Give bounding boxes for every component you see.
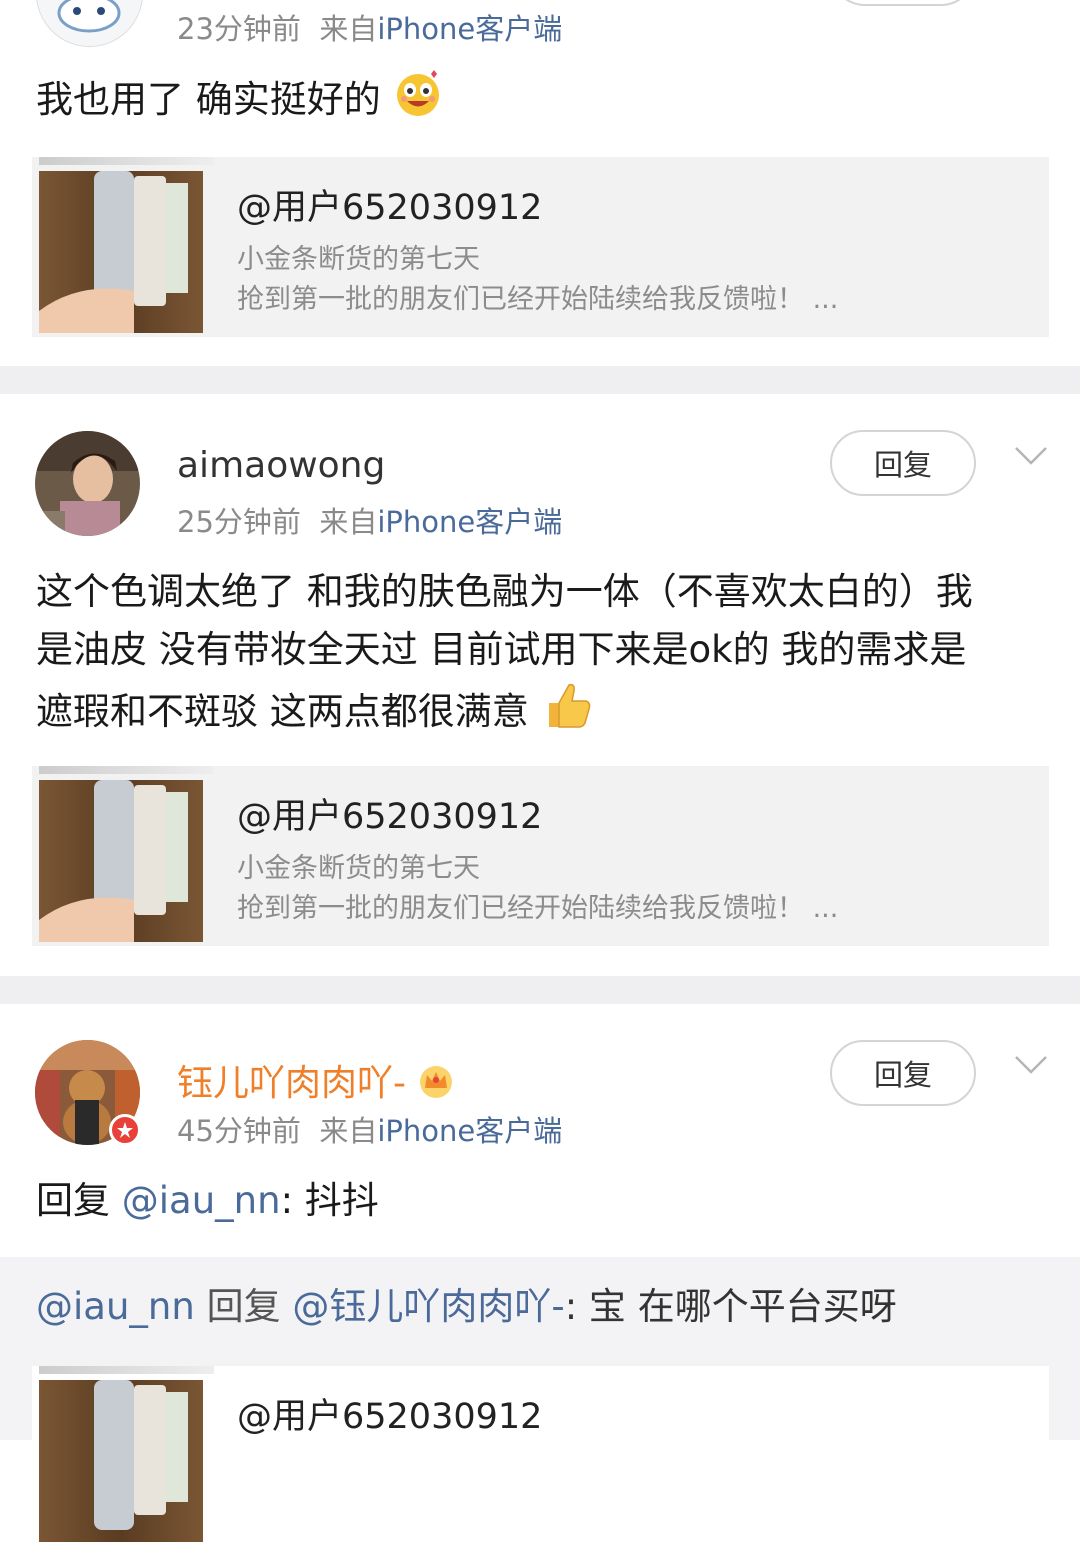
post-thumbnail[interactable]: [39, 1380, 203, 1542]
comment-text: 这个色调太绝了 和我的肤色融为一体（不喜欢太白的）我 是油皮 没有带妆全天过 目…: [36, 563, 1046, 748]
quoted-reply-text: @iau_nn 回复 @钰儿吖肉肉吖-: 宝 在哪个平台买呀: [36, 1285, 897, 1328]
card-summary-line: 抢到第一批的朋友们已经开始陆续给我反馈啦！ ...: [237, 284, 839, 315]
thumbnail-caption-strip: [39, 157, 214, 165]
thumbnail-caption-strip: [39, 1366, 214, 1374]
post-thumbnail[interactable]: [39, 780, 203, 942]
comment-text: 回复 @iau_nn: 抖抖: [36, 1179, 379, 1222]
section-divider: [0, 366, 1080, 394]
avatar[interactable]: [35, 431, 140, 536]
shared-post-card[interactable]: @用户652030912 小金条断货的第七天 抢到第一批的朋友们已经开始陆续给我…: [32, 157, 1049, 337]
card-title: @用户652030912: [237, 1397, 543, 1437]
post-thumbnail[interactable]: [39, 171, 203, 333]
chevron-down-icon[interactable]: [1014, 1055, 1048, 1075]
reply-button[interactable]: 回复: [830, 1040, 976, 1106]
verified-badge-icon: [109, 1114, 141, 1146]
reply-button[interactable]: 回复: [830, 430, 976, 496]
card-summary-line: 抢到第一批的朋友们已经开始陆续给我反馈啦！ ...: [237, 893, 839, 924]
laughing-face-icon: [393, 68, 443, 135]
card-title: @用户652030912: [237, 797, 543, 837]
mention-link[interactable]: @钰儿吖肉肉吖-: [292, 1285, 564, 1328]
shared-post-card[interactable]: @用户652030912 小金条断货的第七天 抢到第一批的朋友们已经开始陆续给我…: [32, 766, 1049, 946]
comment-meta: 45分钟前 来自iPhone客户端: [177, 1114, 563, 1148]
reply-button-partial[interactable]: [830, 0, 976, 6]
mention-link[interactable]: @iau_nn: [122, 1179, 281, 1222]
mention-link[interactable]: @iau_nn: [36, 1285, 195, 1328]
username[interactable]: aimaowong: [177, 445, 385, 486]
comment-text: 我也用了 确实挺好的: [36, 68, 443, 135]
username[interactable]: 钰儿吖肉肉吖-: [177, 1054, 455, 1109]
comment-meta: 23分钟前 来自iPhone客户端: [177, 12, 563, 46]
card-summary-line: 小金条断货的第七天: [237, 244, 480, 275]
client-source-link[interactable]: iPhone客户端: [377, 12, 562, 46]
avatar[interactable]: [36, 0, 143, 47]
card-title: @用户652030912: [237, 188, 543, 228]
client-source-link[interactable]: iPhone客户端: [377, 505, 562, 539]
crown-icon: [417, 1062, 455, 1109]
thumbnail-caption-strip: [39, 766, 214, 774]
thumbs-up-icon: [541, 679, 593, 748]
section-divider: [0, 976, 1080, 1004]
shared-post-card[interactable]: @用户652030912: [32, 1366, 1049, 1546]
comment-meta: 25分钟前 来自iPhone客户端: [177, 505, 563, 539]
card-summary-line: 小金条断货的第七天: [237, 853, 480, 884]
client-source-link[interactable]: iPhone客户端: [377, 1114, 562, 1148]
chevron-down-icon[interactable]: [1014, 446, 1048, 466]
